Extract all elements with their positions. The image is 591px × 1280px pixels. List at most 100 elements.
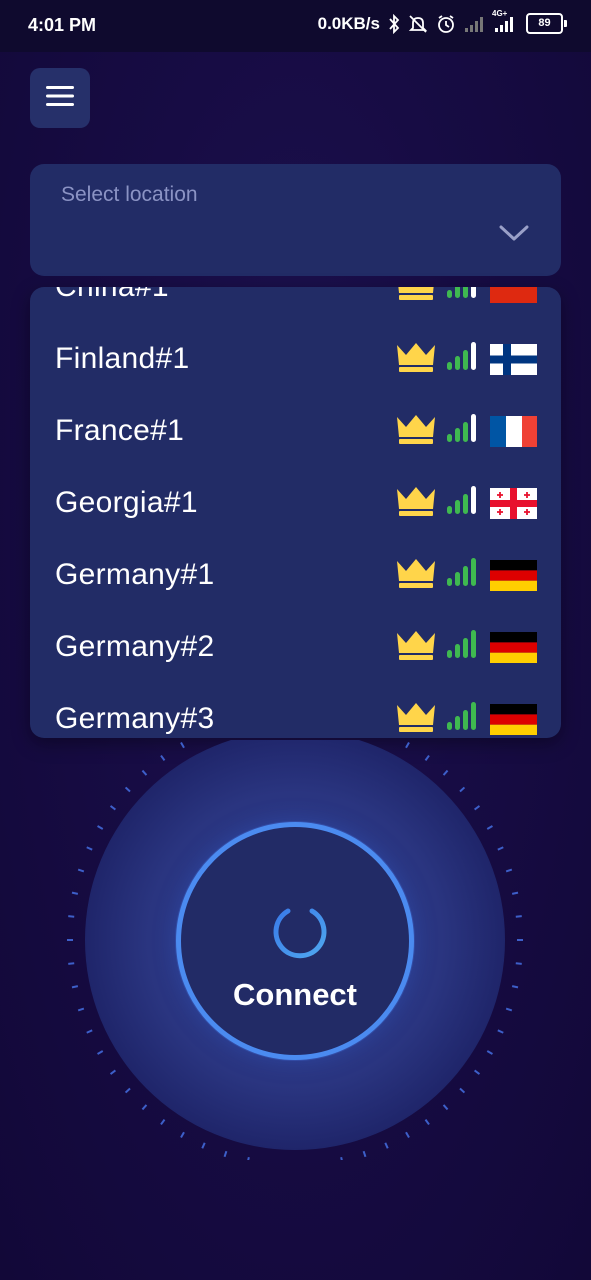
location-item[interactable]: China#1: [30, 287, 561, 323]
signal-strength-icon: [446, 557, 478, 592]
dial-tick: [180, 1131, 185, 1138]
dial-tick: [160, 754, 166, 761]
germany-flag-icon: [490, 560, 537, 591]
dial-tick: [77, 1007, 85, 1012]
location-name: Germany#3: [55, 702, 215, 735]
power-icon: [268, 897, 332, 966]
location-name: France#1: [55, 414, 185, 447]
dial-tick: [68, 962, 75, 965]
dial-tick: [515, 962, 522, 965]
mute-icon: [408, 14, 428, 34]
dial-tick: [486, 825, 493, 830]
location-name: Finland#1: [55, 342, 190, 375]
signal-strength-icon: [446, 629, 478, 664]
dial-tick: [511, 985, 519, 989]
dial-tick: [97, 1050, 104, 1055]
dial-tick: [384, 1142, 389, 1149]
signal-strength-icon: [446, 413, 478, 448]
status-icons: 0.0KB/s 4G+ 89: [318, 9, 567, 34]
connect-label: Connect: [233, 977, 357, 1012]
dial-tick: [247, 1156, 250, 1160]
premium-crown-icon: [395, 287, 437, 306]
connect-button[interactable]: Connect: [176, 822, 414, 1060]
dial-tick: [340, 1156, 343, 1160]
dial-tick: [474, 1069, 481, 1075]
dial-tick: [109, 1069, 116, 1075]
dial-tick: [424, 1119, 430, 1126]
finland-flag-icon: [490, 344, 537, 375]
signal-4g-icon: 4G+: [492, 9, 518, 33]
dial-tick: [442, 769, 449, 776]
dial-tick: [109, 805, 116, 811]
location-name: Germany#2: [55, 630, 215, 663]
location-dropdown-list[interactable]: China#1 Finland#1 France#1 Georgia#1 Germany…: [30, 287, 561, 738]
status-time: 4:01 PM: [28, 15, 97, 35]
dial-tick: [124, 1087, 131, 1094]
location-list: China#1 Finland#1 France#1 Georgia#1 Germany…: [30, 287, 561, 738]
location-item[interactable]: Finland#1: [30, 323, 561, 395]
dial-tick: [77, 868, 85, 873]
signal-strength-icon: [446, 485, 478, 520]
germany-flag-icon: [490, 704, 537, 735]
location-name: Georgia#1: [55, 486, 198, 519]
battery-level: 89: [526, 13, 563, 34]
network-type: 4G+: [492, 8, 508, 18]
location-item[interactable]: Georgia#1: [30, 467, 561, 539]
status-bar: 4:01 PM 0.0KB/s 4G+ 89: [0, 0, 591, 52]
alarm-icon: [436, 14, 456, 34]
premium-crown-icon: [395, 485, 437, 522]
dial-tick: [459, 786, 466, 793]
location-select[interactable]: Select location: [30, 164, 561, 276]
premium-crown-icon: [395, 341, 437, 378]
dial-tick: [86, 1029, 93, 1034]
dial-tick: [486, 1050, 493, 1055]
vpn-home-screen: 4:01 PM 0.0KB/s 4G+ 89 Select location F…: [0, 0, 591, 1280]
signal-strength-icon: [446, 341, 478, 376]
signal-strength-icon: [446, 287, 478, 304]
location-item[interactable]: France#1: [30, 395, 561, 467]
dial-tick: [424, 754, 430, 761]
dial-tick: [511, 891, 519, 895]
dial-tick: [405, 742, 410, 749]
dial-tick: [160, 1119, 166, 1126]
dial-tick: [442, 1104, 449, 1111]
chevron-down-icon: [499, 224, 529, 247]
location-name: Germany#1: [55, 558, 215, 591]
dial-tick: [141, 1104, 148, 1111]
china-flag-icon: [490, 287, 537, 303]
premium-crown-icon: [395, 701, 437, 738]
dial-tick: [505, 1007, 513, 1012]
menu-button[interactable]: [30, 68, 90, 128]
location-item[interactable]: Germany#1: [30, 539, 561, 611]
dial-tick: [497, 846, 504, 851]
dial-tick: [201, 1142, 206, 1149]
premium-crown-icon: [395, 413, 437, 450]
dial-tick: [459, 1087, 466, 1094]
dial-tick: [362, 1150, 367, 1158]
dial-tick: [86, 846, 93, 851]
location-item[interactable]: Germany#2: [30, 611, 561, 683]
bluetooth-icon: [388, 13, 400, 34]
dial-tick: [405, 1131, 410, 1138]
dial-tick: [505, 868, 513, 873]
dial-tick: [141, 769, 148, 776]
dial-tick: [474, 805, 481, 811]
location-item[interactable]: Germany#3: [30, 683, 561, 738]
georgia-flag-icon: [490, 488, 537, 519]
location-select-label: Select location: [61, 183, 198, 206]
hamburger-menu-icon: [46, 85, 74, 111]
dial-tick: [68, 915, 75, 918]
dial-tick: [223, 1150, 228, 1158]
battery-icon: 89: [526, 13, 567, 34]
germany-flag-icon: [490, 632, 537, 663]
dial-tick: [180, 742, 185, 749]
signal-strength-icon: [446, 701, 478, 736]
dial-tick: [71, 985, 79, 989]
dial-tick: [71, 891, 79, 895]
location-name: China#1: [55, 287, 169, 304]
dial-tick: [97, 825, 104, 830]
dial-tick: [515, 915, 522, 918]
france-flag-icon: [490, 416, 537, 447]
premium-crown-icon: [395, 557, 437, 594]
dial-tick: [124, 786, 131, 793]
